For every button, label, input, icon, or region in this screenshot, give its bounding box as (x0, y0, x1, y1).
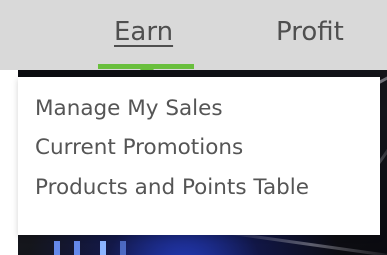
light-post (120, 241, 126, 255)
light-post (54, 241, 60, 255)
menu-item-manage-my-sales[interactable]: Manage My Sales (35, 95, 223, 123)
earn-dropdown-menu: Manage My Sales Current Promotions Produ… (18, 77, 380, 235)
menu-item-current-promotions[interactable]: Current Promotions (35, 134, 243, 162)
nav-item-profit[interactable]: Profit (276, 14, 344, 50)
nav-item-earn[interactable]: Earn (114, 14, 173, 50)
light-post (100, 241, 106, 255)
light-post (74, 241, 80, 255)
top-nav: Earn Profit (0, 0, 387, 77)
menu-item-products-and-points-table[interactable]: Products and Points Table (35, 174, 309, 202)
